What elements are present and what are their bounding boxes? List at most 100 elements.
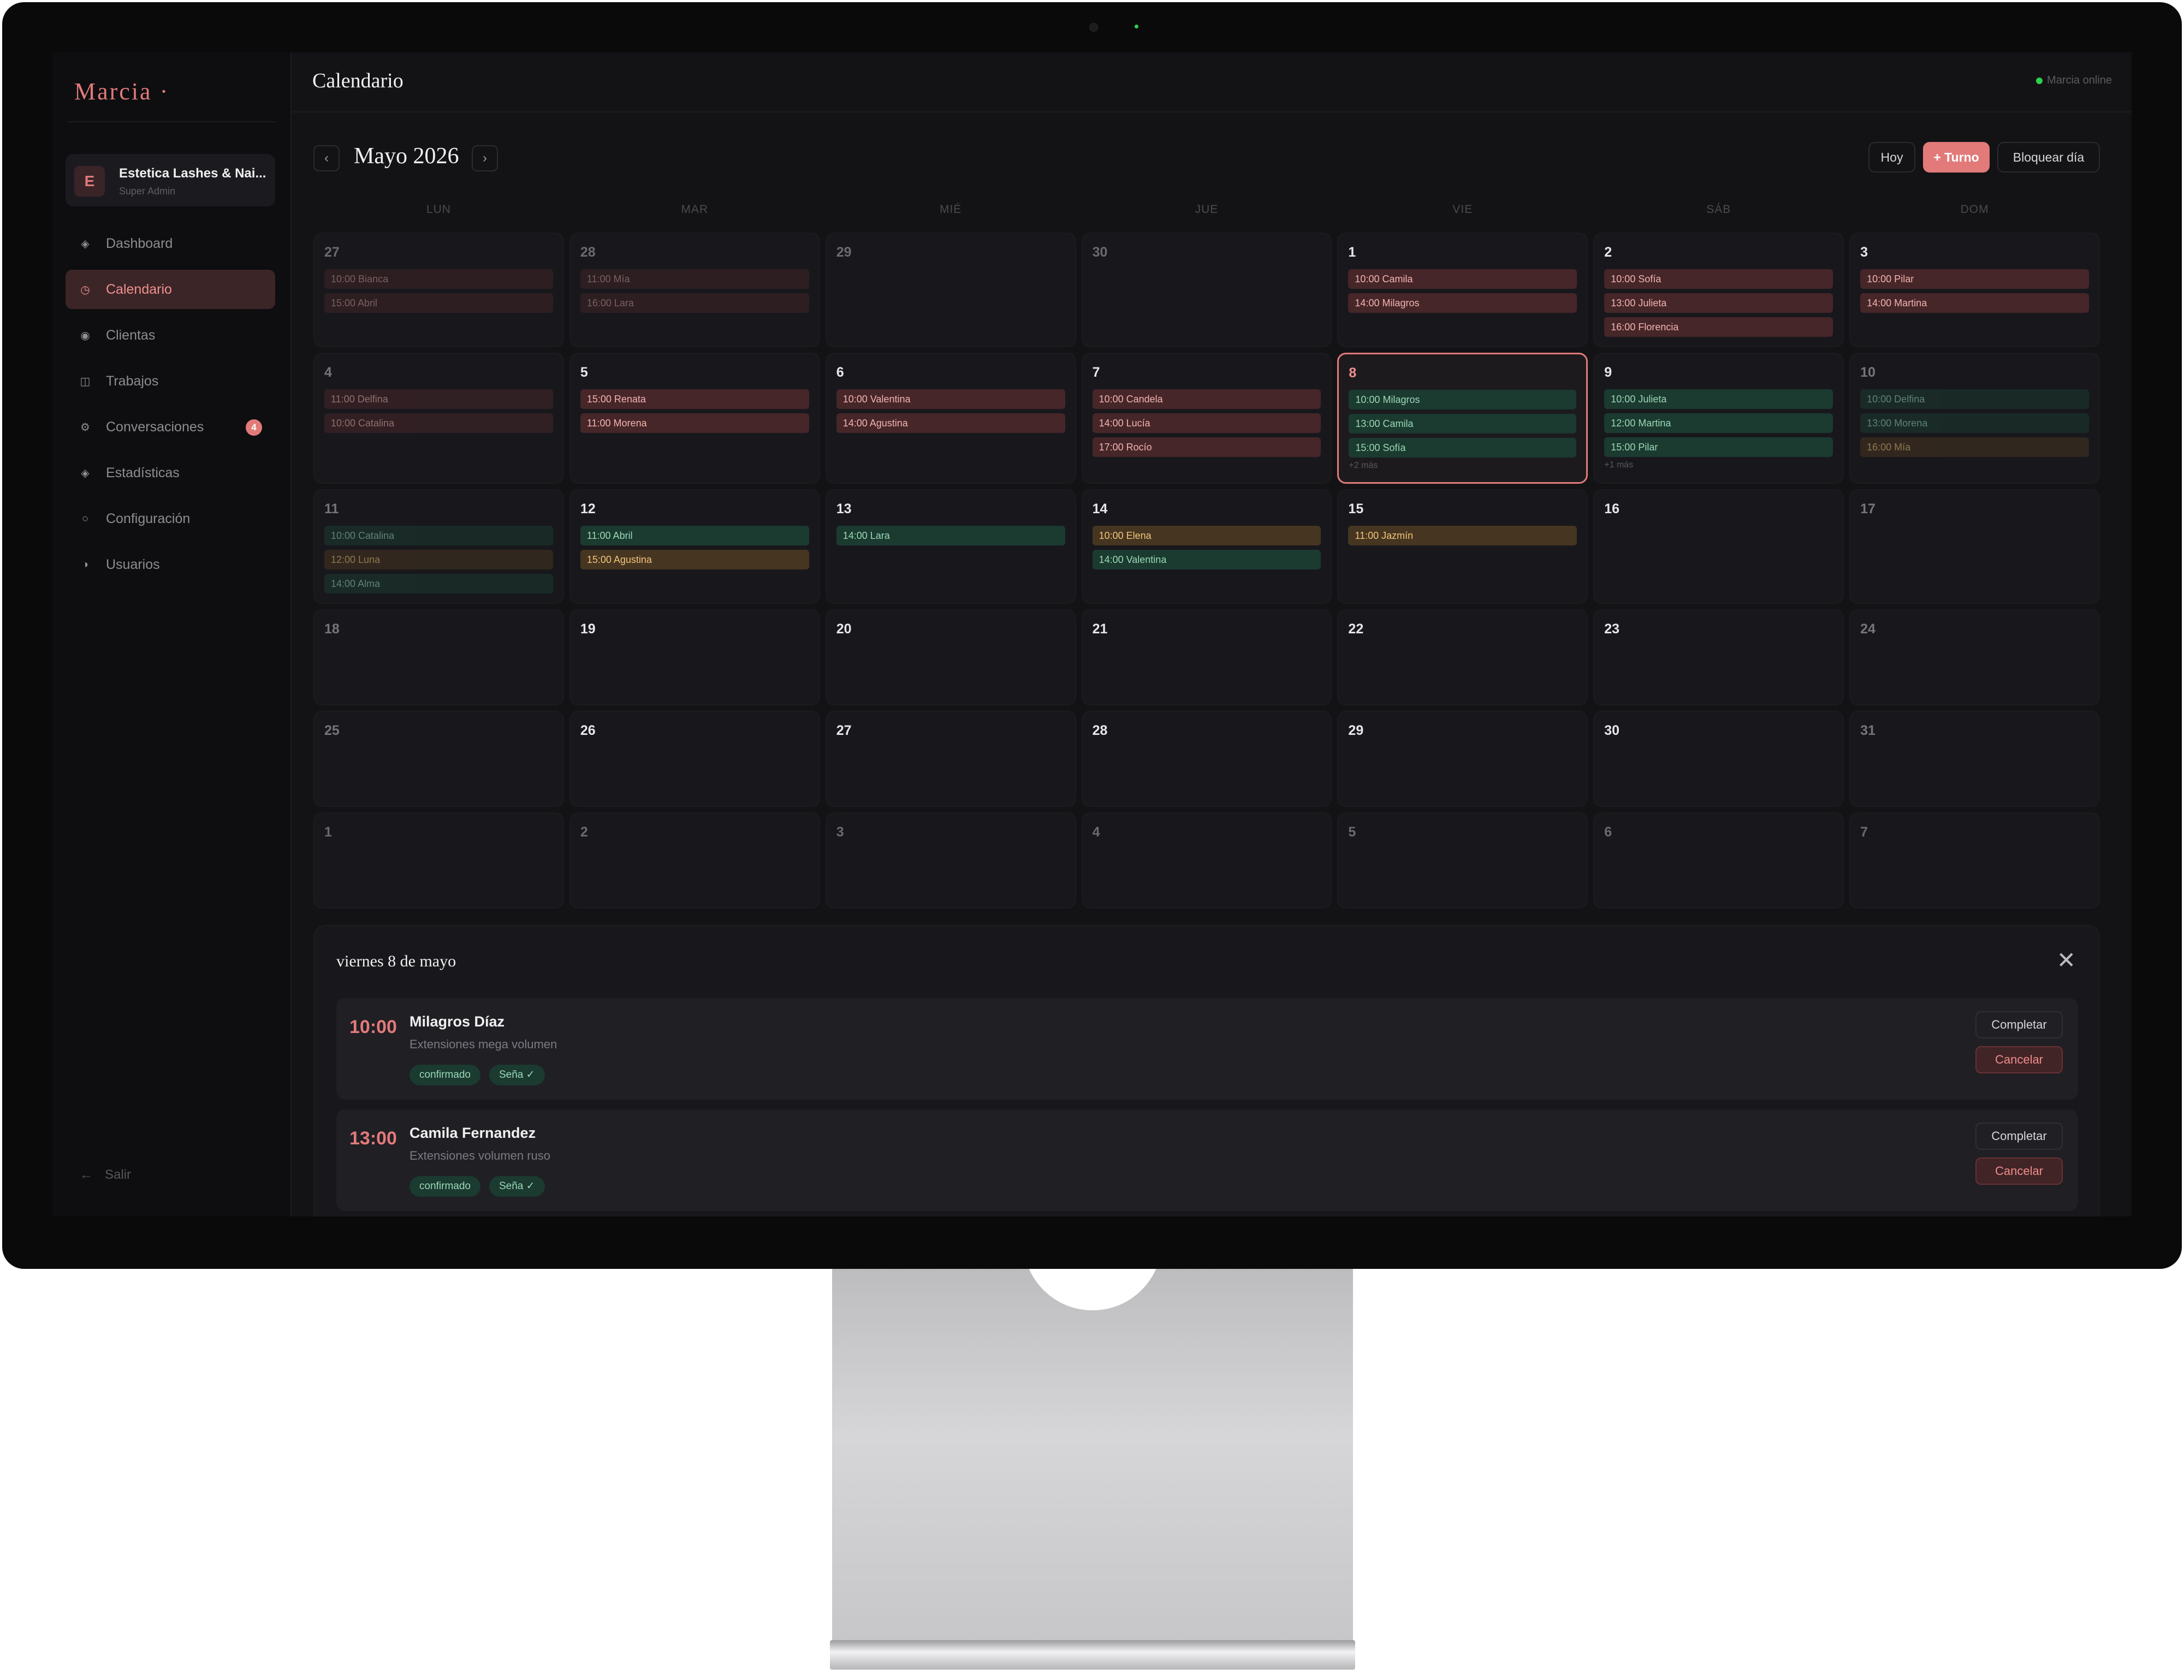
appointment-chip[interactable]: 10:00 Julieta (1604, 389, 1833, 409)
calendar-day-cell[interactable]: 10 10:00 Delfina 13:00 Morena 16:00 Mía (1849, 353, 2100, 484)
appointment-card[interactable]: 10:00 Milagros Díaz Extensiones mega vol… (336, 998, 2078, 1100)
appointment-chip[interactable]: 10:00 Pilar (1860, 269, 2089, 289)
appointment-chip[interactable]: 10:00 Catalina (324, 526, 553, 545)
calendar-day-cell[interactable]: 3 (825, 812, 1076, 909)
appointment-chip[interactable]: 14:00 Lara (836, 526, 1065, 545)
appointment-chip[interactable]: 11:00 Delfina (324, 389, 553, 409)
calendar-day-cell[interactable]: 1 (313, 812, 564, 909)
calendar-day-cell[interactable]: 3 10:00 Pilar 14:00 Martina (1849, 233, 2100, 347)
calendar-day-cell[interactable]: 25 (313, 711, 564, 807)
cancel-button[interactable]: Cancelar (1975, 1157, 2063, 1185)
calendar-day-cell[interactable]: 18 (313, 609, 564, 705)
calendar-day-cell[interactable]: 5 (1337, 812, 1588, 909)
appointment-chip[interactable]: 13:00 Morena (1860, 413, 2089, 433)
today-button[interactable]: Hoy (1868, 142, 1915, 173)
org-switcher[interactable]: E Estetica Lashes & Nai... Super Admin (66, 154, 275, 206)
next-month-button[interactable]: › (472, 145, 498, 171)
calendar-day-cell[interactable]: 16 (1593, 489, 1844, 604)
calendar-day-cell[interactable]: 31 (1849, 711, 2100, 807)
logout-button[interactable]: ← Salir (80, 1167, 143, 1183)
appointment-chip[interactable]: 10:00 Candela (1092, 389, 1321, 409)
calendar-day-cell[interactable]: 26 (569, 711, 820, 807)
sidebar-item-clientas[interactable]: ◉ Clientas (66, 316, 275, 355)
appointment-chip[interactable]: 13:00 Camila (1349, 414, 1577, 434)
appointment-chip[interactable]: 11:00 Mía (580, 269, 809, 289)
calendar-day-cell[interactable]: 13 14:00 Lara (825, 489, 1076, 604)
more-appointments-link[interactable]: +2 más (1349, 461, 1576, 471)
appointment-card[interactable]: 13:00 Camila Fernandez Extensiones volum… (336, 1109, 2078, 1211)
calendar-day-cell[interactable]: 5 15:00 Renata 11:00 Morena (569, 353, 820, 484)
sidebar-item-trabajos[interactable]: ◫ Trabajos (66, 361, 275, 401)
calendar-day-cell[interactable]: 8 10:00 Milagros 13:00 Camila 15:00 Sofía +2… (1337, 353, 1588, 484)
calendar-day-cell[interactable]: 7 10:00 Candela 14:00 Lucía 17:00 Rocío (1081, 353, 1332, 484)
calendar-day-cell[interactable]: 4 11:00 Delfina 10:00 Catalina (313, 353, 564, 484)
calendar-day-cell[interactable]: 27 (825, 711, 1076, 807)
calendar-day-cell[interactable]: 2 10:00 Sofía 13:00 Julieta 16:00 Florencia (1593, 233, 1844, 347)
appointment-chip[interactable]: 13:00 Julieta (1604, 293, 1833, 313)
prev-month-button[interactable]: ‹ (313, 145, 340, 171)
calendar-day-cell[interactable]: 30 (1593, 711, 1844, 807)
more-appointments-link[interactable]: +1 más (1604, 460, 1833, 470)
appointment-chip[interactable]: 11:00 Abril (580, 526, 809, 545)
appointment-chip[interactable]: 10:00 Sofía (1604, 269, 1833, 289)
sidebar-item-calendario[interactable]: ◷ Calendario (66, 270, 275, 309)
cancel-button[interactable]: Cancelar (1975, 1046, 2063, 1073)
appointment-chip[interactable]: 11:00 Morena (580, 413, 809, 433)
appointment-chip[interactable]: 14:00 Lucía (1092, 413, 1321, 433)
appointment-chip[interactable]: 15:00 Sofía (1349, 438, 1577, 458)
appointment-chip[interactable]: 14:00 Martina (1860, 293, 2089, 313)
appointment-chip[interactable]: 10:00 Camila (1348, 269, 1577, 289)
calendar-day-cell[interactable]: 1 10:00 Camila 14:00 Milagros (1337, 233, 1588, 347)
calendar-day-cell[interactable]: 21 (1081, 609, 1332, 705)
appointment-chip[interactable]: 10:00 Valentina (836, 389, 1065, 409)
calendar-day-cell[interactable]: 28 11:00 Mía 16:00 Lara (569, 233, 820, 347)
calendar-day-cell[interactable]: 29 (1337, 711, 1588, 807)
calendar-day-cell[interactable]: 6 10:00 Valentina 14:00 Agustina (825, 353, 1076, 484)
calendar-day-cell[interactable]: 28 (1081, 711, 1332, 807)
calendar-day-cell[interactable]: 2 (569, 812, 820, 909)
calendar-day-cell[interactable]: 11 10:00 Catalina 12:00 Luna 14:00 Alma (313, 489, 564, 604)
block-day-button[interactable]: Bloquear día (1997, 142, 2100, 173)
appointment-chip[interactable]: 12:00 Luna (324, 550, 553, 569)
calendar-day-cell[interactable]: 27 10:00 Bianca 15:00 Abril (313, 233, 564, 347)
calendar-day-cell[interactable]: 6 (1593, 812, 1844, 909)
calendar-day-cell[interactable]: 29 (825, 233, 1076, 347)
calendar-day-cell[interactable]: 7 (1849, 812, 2100, 909)
calendar-day-cell[interactable]: 14 10:00 Elena 14:00 Valentina (1081, 489, 1332, 604)
appointment-chip[interactable]: 10:00 Delfina (1860, 389, 2089, 409)
calendar-day-cell[interactable]: 23 (1593, 609, 1844, 705)
appointment-chip[interactable]: 10:00 Milagros (1349, 390, 1577, 409)
calendar-day-cell[interactable]: 4 (1081, 812, 1332, 909)
calendar-day-cell[interactable]: 24 (1849, 609, 2100, 705)
new-appointment-button[interactable]: + Turno (1923, 142, 1990, 173)
appointment-chip[interactable]: 17:00 Rocío (1092, 437, 1321, 457)
appointment-chip[interactable]: 10:00 Elena (1092, 526, 1321, 545)
appointment-chip[interactable]: 14:00 Milagros (1348, 293, 1577, 313)
sidebar-item-dashboard[interactable]: ◈ Dashboard (66, 224, 275, 263)
calendar-day-cell[interactable]: 12 11:00 Abril 15:00 Agustina (569, 489, 820, 604)
calendar-day-cell[interactable]: 30 (1081, 233, 1332, 347)
appointment-chip[interactable]: 15:00 Abril (324, 293, 553, 313)
appointment-chip[interactable]: 10:00 Catalina (324, 413, 553, 433)
complete-button[interactable]: Completar (1975, 1123, 2063, 1150)
close-icon[interactable]: ✕ (2057, 947, 2076, 973)
appointment-chip[interactable]: 14:00 Agustina (836, 413, 1065, 433)
sidebar-item-estadisticas[interactable]: ◈ Estadísticas (66, 453, 275, 492)
appointment-chip[interactable]: 15:00 Renata (580, 389, 809, 409)
appointment-chip[interactable]: 14:00 Alma (324, 574, 553, 593)
calendar-day-cell[interactable]: 17 (1849, 489, 2100, 604)
calendar-day-cell[interactable]: 19 (569, 609, 820, 705)
calendar-day-cell[interactable]: 20 (825, 609, 1076, 705)
calendar-day-cell[interactable]: 15 11:00 Jazmín (1337, 489, 1588, 604)
appointment-chip[interactable]: 10:00 Bianca (324, 269, 553, 289)
sidebar-item-configuracion[interactable]: ○ Configuración (66, 499, 275, 538)
complete-button[interactable]: Completar (1975, 1011, 2063, 1038)
appointment-chip[interactable]: 12:00 Martina (1604, 413, 1833, 433)
appointment-chip[interactable]: 16:00 Lara (580, 293, 809, 313)
appointment-chip[interactable]: 15:00 Pilar (1604, 437, 1833, 457)
appointment-chip[interactable]: 11:00 Jazmín (1348, 526, 1577, 545)
calendar-day-cell[interactable]: 22 (1337, 609, 1588, 705)
appointment-chip[interactable]: 16:00 Florencia (1604, 317, 1833, 337)
appointment-chip[interactable]: 16:00 Mía (1860, 437, 2089, 457)
appointment-chip[interactable]: 14:00 Valentina (1092, 550, 1321, 569)
